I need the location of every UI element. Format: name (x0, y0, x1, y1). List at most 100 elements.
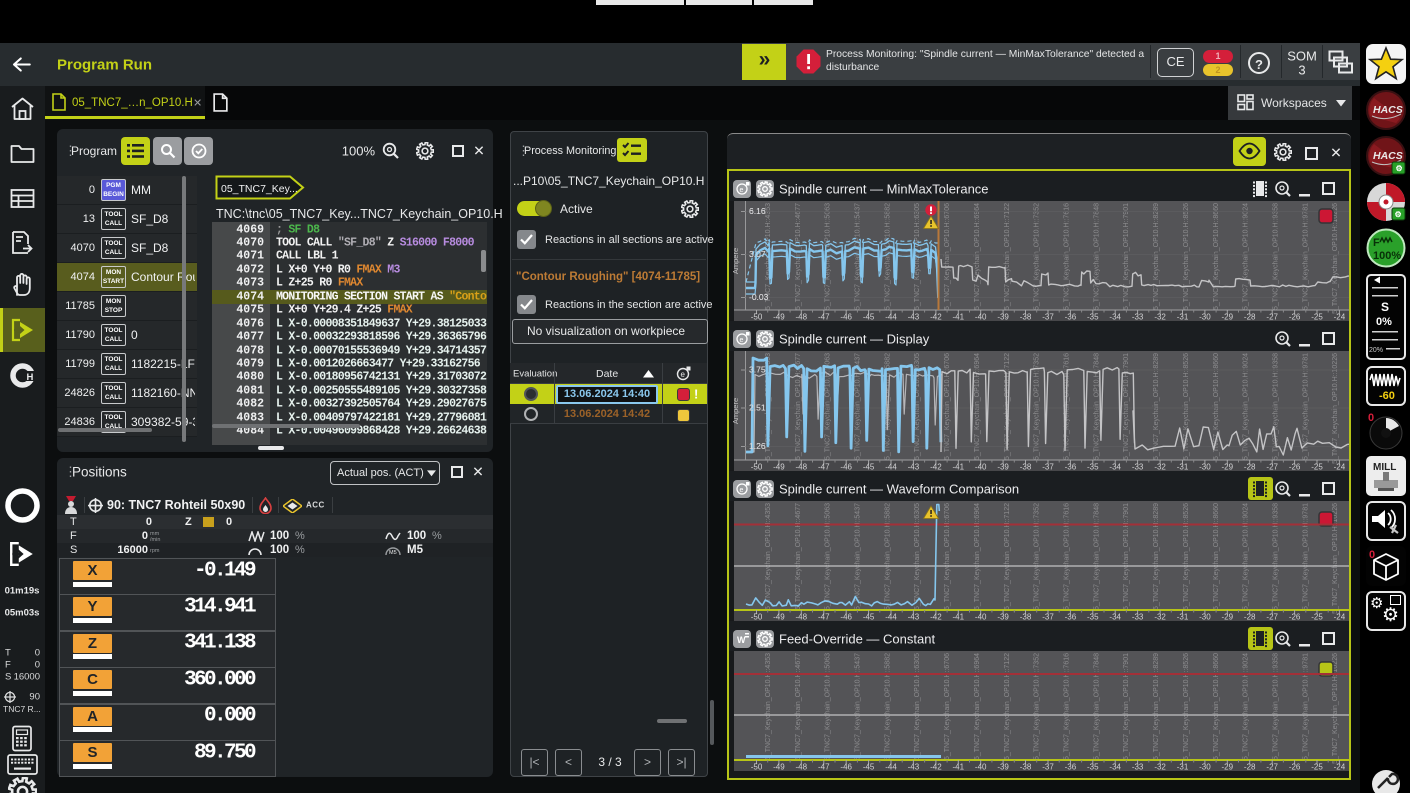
svg-text:05_TNC7_Key...: 05_TNC7_Key... (221, 183, 298, 195)
svg-text:5_TNC7_Keychain_OP10.H::6964: 5_TNC7_Keychain_OP10.H::6964 (974, 353, 981, 460)
svg-text:-38: -38 (1020, 763, 1032, 772)
svg-text:-28: -28 (1244, 463, 1256, 472)
svg-text:-32: -32 (1154, 313, 1166, 322)
svg-text:5_TNC7_Keychain_OP10.H::7848: 5_TNC7_Keychain_OP10.H::7848 (1093, 353, 1100, 460)
svg-text:-38: -38 (1020, 313, 1032, 322)
svg-text:5_TNC7_Keychain_OP10.H::7352: 5_TNC7_Keychain_OP10.H::7352 (1034, 503, 1041, 610)
svg-text:-24: -24 (1334, 313, 1346, 322)
svg-text:-26: -26 (1289, 463, 1301, 472)
svg-text:e: e (681, 370, 686, 379)
svg-text:-33: -33 (1132, 463, 1144, 472)
svg-text:5_TNC7_Keychain_OP10.H::6305: 5_TNC7_Keychain_OP10.H::6305 (914, 653, 921, 760)
svg-text:Spindle current — Waveform Com: Spindle current — Waveform Comparison (779, 482, 1019, 497)
svg-text:-34: -34 (1109, 613, 1121, 622)
svg-text:-27: -27 (1266, 763, 1278, 772)
svg-text:-41: -41 (953, 763, 965, 772)
svg-text:5_TNC7_Keychain_OP10.H::4677: 5_TNC7_Keychain_OP10.H::4677 (795, 653, 802, 760)
svg-text:5_TNC7_Keychain_OP10.H::5063: 5_TNC7_Keychain_OP10.H::5063 (825, 653, 832, 760)
svg-text:-31: -31 (1177, 613, 1189, 622)
svg-text:e: e (740, 187, 744, 194)
svg-text:5_TNC7_Keychain_OP10.H::5882: 5_TNC7_Keychain_OP10.H::5882 (884, 203, 891, 310)
svg-text:-47: -47 (818, 763, 830, 772)
svg-text:-28: -28 (1244, 613, 1256, 622)
svg-text:5_TNC7_Keychain_OP10.H::7616: 5_TNC7_Keychain_OP10.H::7616 (1064, 203, 1071, 310)
svg-text:5_TNC7_Keychain_OP10.H::9024: 5_TNC7_Keychain_OP10.H::9024 (1243, 503, 1250, 610)
svg-text:-49: -49 (773, 313, 785, 322)
svg-text:5_TNC7_Keychain_OP10.H::4353: 5_TNC7_Keychain_OP10.H::4353 (765, 653, 772, 760)
svg-text:-37: -37 (1042, 463, 1054, 472)
svg-text:-49: -49 (773, 763, 785, 772)
svg-text:5_TNC7_Keychain_OP10.H::5882: 5_TNC7_Keychain_OP10.H::5882 (884, 503, 891, 610)
svg-text:-47: -47 (818, 463, 830, 472)
svg-text:5_TNC7_Keychain_OP10.H::5063: 5_TNC7_Keychain_OP10.H::5063 (825, 353, 832, 460)
svg-text:-43: -43 (908, 613, 920, 622)
svg-text:5_TNC7_Keychain_OP10.H::8526: 5_TNC7_Keychain_OP10.H::8526 (1183, 203, 1190, 310)
svg-text:e: e (740, 337, 744, 344)
svg-text:5_TNC7_Keychain_OP10.H::9781: 5_TNC7_Keychain_OP10.H::9781 (1302, 503, 1309, 610)
svg-text:5_TNC7_Keychain_OP10.H::7901: 5_TNC7_Keychain_OP10.H::7901 (1123, 353, 1130, 460)
svg-text:-33: -33 (1132, 613, 1144, 622)
svg-text:-42: -42 (930, 313, 942, 322)
svg-text:-30: -30 (1199, 313, 1211, 322)
svg-text:-42: -42 (930, 613, 942, 622)
svg-text:-26: -26 (1289, 613, 1301, 622)
svg-text:5_TNC7_Keychain_OP10.H::7848: 5_TNC7_Keychain_OP10.H::7848 (1093, 203, 1100, 310)
svg-text:5_TNC7_Keychain_OP10.H::6706: 5_TNC7_Keychain_OP10.H::6706 (944, 203, 951, 310)
svg-text:-36: -36 (1065, 313, 1077, 322)
svg-text:-36: -36 (1065, 463, 1077, 472)
svg-text:-32: -32 (1154, 613, 1166, 622)
svg-text:1.26: 1.26 (749, 441, 766, 451)
svg-text:-46: -46 (840, 313, 852, 322)
svg-text:-47: -47 (818, 613, 830, 622)
svg-text:-27: -27 (1266, 313, 1278, 322)
svg-text:-42: -42 (930, 763, 942, 772)
svg-text:-35: -35 (1087, 613, 1099, 622)
svg-text:-41: -41 (953, 613, 965, 622)
svg-text:5_TNC7_Keychain_OP10.H::8289: 5_TNC7_Keychain_OP10.H::8289 (1153, 653, 1160, 760)
svg-text:-42: -42 (930, 463, 942, 472)
svg-text:-43: -43 (908, 463, 920, 472)
svg-text:5_TNC7_Keychain_OP10.H::8660: 5_TNC7_Keychain_OP10.H::8660 (1213, 653, 1220, 760)
svg-text:5_TNC7_Keychain_OP10.H::8526: 5_TNC7_Keychain_OP10.H::8526 (1183, 503, 1190, 610)
svg-text:5_TNC7_Keychain_OP10.H::7848: 5_TNC7_Keychain_OP10.H::7848 (1093, 503, 1100, 610)
svg-text:-48: -48 (796, 763, 808, 772)
svg-text:5_TNC7_Keychain_OP10.H::7616: 5_TNC7_Keychain_OP10.H::7616 (1064, 653, 1071, 760)
svg-text:-39: -39 (997, 463, 1009, 472)
svg-text:-29: -29 (1222, 313, 1234, 322)
svg-text:5_TNC7_Keychain_OP10.H::6706: 5_TNC7_Keychain_OP10.H::6706 (944, 653, 951, 760)
svg-text:-36: -36 (1065, 613, 1077, 622)
svg-text:-39: -39 (997, 763, 1009, 772)
svg-text:-49: -49 (773, 463, 785, 472)
svg-text:-43: -43 (908, 313, 920, 322)
svg-text:-32: -32 (1154, 763, 1166, 772)
svg-text:-31: -31 (1177, 313, 1189, 322)
svg-text:-37: -37 (1042, 763, 1054, 772)
svg-text:F: F (1373, 237, 1380, 249)
svg-text:5_TNC7_Keychain_OP10.H::4353: 5_TNC7_Keychain_OP10.H::4353 (765, 503, 772, 610)
svg-text:5_TNC7_Keychain_OP10.H::5437: 5_TNC7_Keychain_OP10.H::5437 (855, 503, 862, 610)
svg-text:MILL: MILL (1373, 462, 1396, 473)
svg-text:-60: -60 (1379, 390, 1395, 402)
svg-text:-24: -24 (1334, 763, 1346, 772)
svg-text:5_TNC7_Keychain_OP10.H::8289: 5_TNC7_Keychain_OP10.H::8289 (1153, 203, 1160, 310)
svg-text:5_TNC7_Keychain_OP10.H::7352: 5_TNC7_Keychain_OP10.H::7352 (1034, 203, 1041, 310)
svg-text:5_TNC7_Keychain_OP10.H::8660: 5_TNC7_Keychain_OP10.H::8660 (1213, 353, 1220, 460)
svg-text:5_TNC7_Keychain_OP10.H::6706: 5_TNC7_Keychain_OP10.H::6706 (944, 503, 951, 610)
svg-text:5_TNC7_Keychain_OP10.H::9358: 5_TNC7_Keychain_OP10.H::9358 (1273, 503, 1280, 610)
svg-text:5_TNC7_Keychain_OP10.H::7352: 5_TNC7_Keychain_OP10.H::7352 (1034, 653, 1041, 760)
svg-text:-27: -27 (1266, 463, 1278, 472)
svg-text:-26: -26 (1289, 763, 1301, 772)
svg-text:Spindle current — Display: Spindle current — Display (779, 332, 930, 347)
svg-text:5_TNC7_Keychain_OP10.H::7122: 5_TNC7_Keychain_OP10.H::7122 (1004, 203, 1011, 310)
svg-text:-24: -24 (1334, 613, 1346, 622)
svg-text:-38: -38 (1020, 613, 1032, 622)
svg-text:6.16: 6.16 (749, 206, 766, 216)
svg-text:-35: -35 (1087, 763, 1099, 772)
svg-text:5_TNC7_Keychain_OP10.H::9358: 5_TNC7_Keychain_OP10.H::9358 (1273, 203, 1280, 310)
svg-text:-48: -48 (796, 613, 808, 622)
svg-text:5_TNC7_Keychain_OP10.H::5437: 5_TNC7_Keychain_OP10.H::5437 (855, 653, 862, 760)
svg-text:-35: -35 (1087, 313, 1099, 322)
svg-text:5_TNC7_Keychain_OP10.H::7122: 5_TNC7_Keychain_OP10.H::7122 (1004, 503, 1011, 610)
svg-text:5_TNC7_Keychain_OP10.H::9024: 5_TNC7_Keychain_OP10.H::9024 (1243, 353, 1250, 460)
svg-text:-31: -31 (1177, 463, 1189, 472)
